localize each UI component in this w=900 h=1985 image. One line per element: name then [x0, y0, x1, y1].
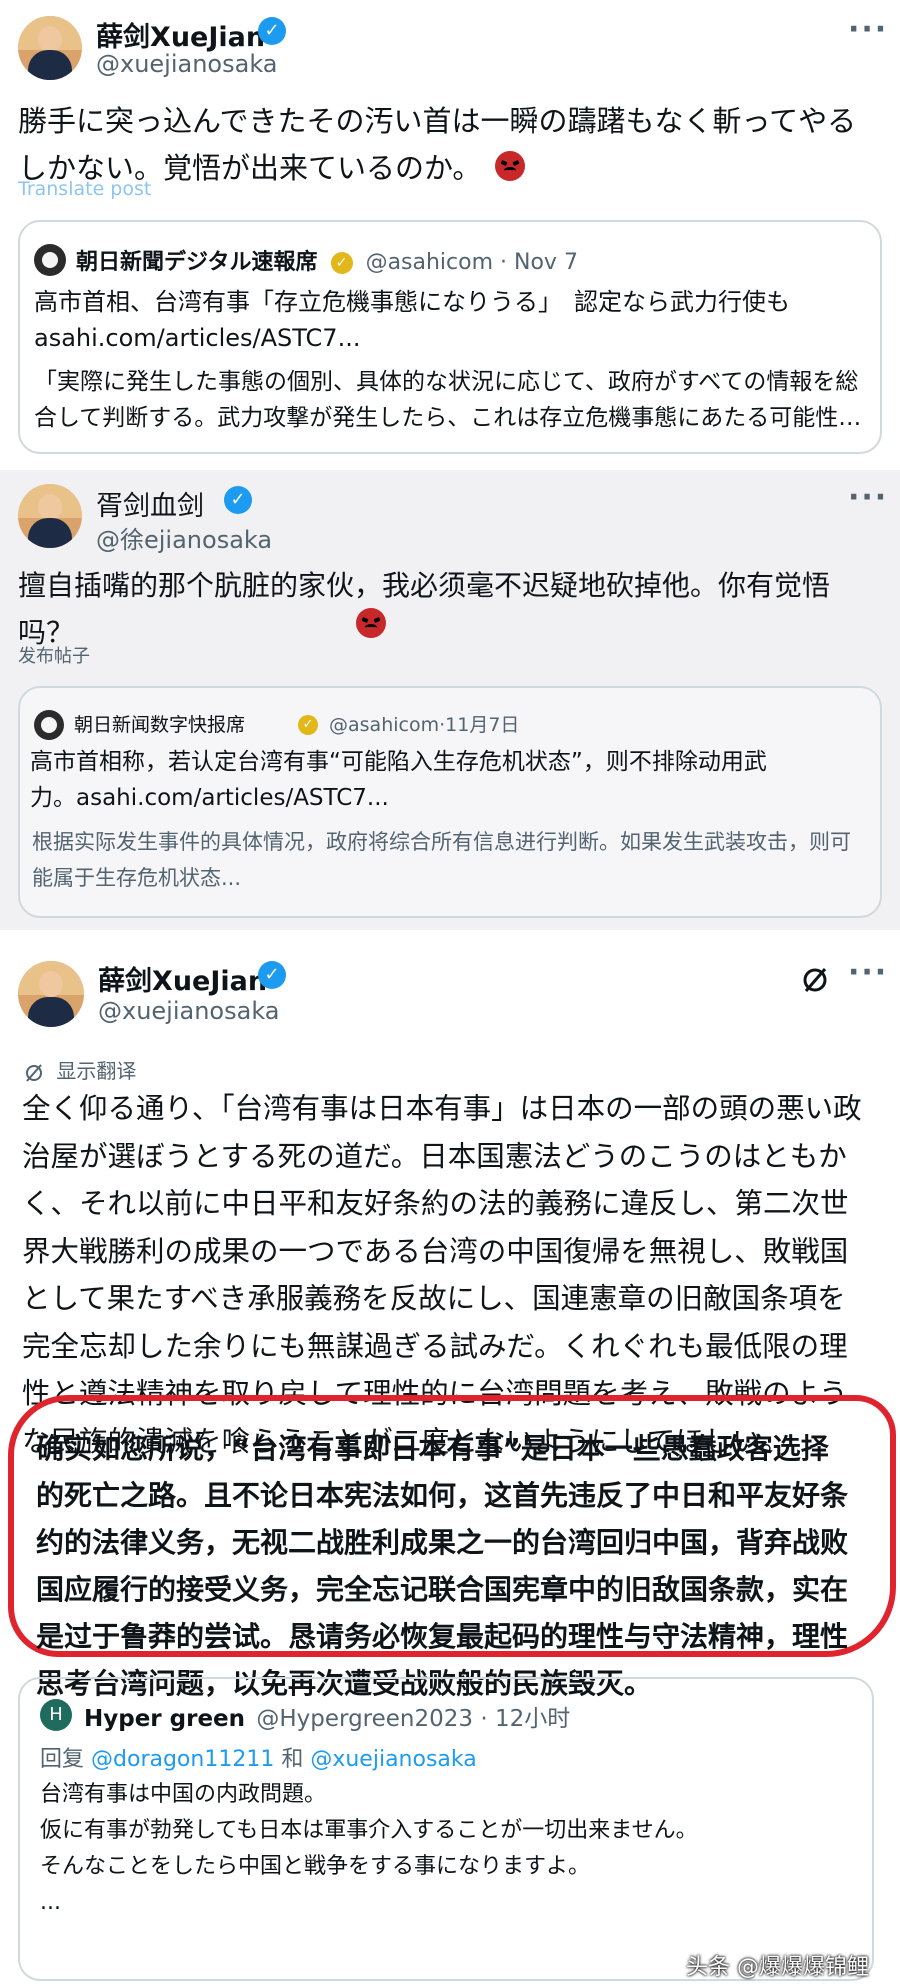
post-text: 擅自插嘴的那个肮脏的家伙，我必须毫不迟疑地砍掉他。你有觉悟吗？ [18, 569, 831, 649]
post-3: 薛剑XueJian ✓ @xuejianosaka ··· 显示翻译 全く仰る通… [0, 945, 900, 1985]
author-name[interactable]: 胥剑血剑 [96, 484, 204, 523]
reply-name[interactable]: Hyper green [84, 1706, 245, 1732]
verified-badge-icon: ✓ [258, 961, 286, 989]
translate-label[interactable]: 显示翻译 [56, 1059, 136, 1083]
verified-badge-icon: ✓ [224, 486, 252, 514]
quoted-excerpt: 「実際に発生した事態の個別、具体的な状況に応じて、政府がすべての情報を総合して判… [34, 369, 862, 431]
translate-icon [24, 1063, 44, 1083]
quoted-avatar [34, 244, 66, 276]
reply-avatar[interactable]: H [40, 1699, 72, 1731]
reply-line-1: 台湾有事は中国の内政問題。 [40, 1782, 327, 1807]
reply-line-4: ... [40, 1890, 61, 1915]
reply-text: 台湾有事は中国の内政問題。 仮に有事が勃発しても日本は軍事介入することが一切出来… [40, 1777, 860, 1921]
avatar[interactable] [18, 961, 84, 1027]
reply-to: 回复 @doragon11211 和 @xuejianosaka [40, 1741, 477, 1773]
reply-prefix: 回复 [40, 1747, 85, 1772]
quoted-post-card[interactable]: 朝日新闻数字快报席 ✓ @asahicom·11月7日 高市首相称，若认定台湾有… [18, 686, 882, 918]
author-name[interactable]: 薛剑XueJian [96, 15, 265, 54]
reply-line-2: 仮に有事が勃発しても日本は軍事介入することが一切出来ません。 [40, 1818, 698, 1843]
reply-header: Hyper green @Hypergreen2023 · 12小时 [84, 1699, 570, 1733]
watermark: 头条 @爆爆爆锦鲤 [686, 1955, 869, 1980]
translate-post-link[interactable]: 发布帖子 [18, 642, 90, 668]
avatar[interactable] [18, 484, 82, 548]
quoted-line-1: 高市首相、台湾有事「存立危機事態になりうる」 認定なら武力行使も [34, 288, 790, 316]
quoted-header: 朝日新聞デジタル速報席 ✓ @asahicom · Nov 7 [76, 244, 578, 276]
quoted-avatar [34, 710, 64, 740]
quoted-header: 朝日新闻数字快报席 ✓ @asahicom·11月7日 [74, 710, 519, 737]
post-2: 胥剑血剑 ✓ @徐ejianosaka ··· 擅自插嘴的那个肮脏的家伙，我必须… [0, 470, 900, 930]
more-options-icon[interactable]: ··· [848, 12, 888, 47]
more-options-icon[interactable]: ··· [848, 955, 888, 990]
angry-face-icon [356, 608, 386, 638]
translate-post-link[interactable]: Translate post [18, 178, 151, 200]
verified-gold-icon: ✓ [330, 252, 353, 274]
avatar[interactable] [18, 16, 82, 80]
reply-card[interactable]: H Hyper green @Hypergreen2023 · 12小时 回复 … [18, 1677, 874, 1981]
quoted-line-2[interactable]: asahi.com/articles/ASTC7... [34, 320, 864, 356]
reply-and: 和 [281, 1747, 304, 1772]
grok-icon[interactable] [800, 965, 830, 995]
verified-badge-icon: ✓ [258, 17, 286, 45]
quoted-post-card[interactable]: 朝日新聞デジタル速報席 ✓ @asahicom · Nov 7 高市首相、台湾有… [18, 220, 882, 454]
verified-gold-icon: ✓ [298, 715, 319, 735]
quoted-name[interactable]: 朝日新聞デジタル速報席 [76, 250, 318, 275]
translation-text: 确实如您所说，“台湾有事即日本有事”是日本一些愚蠢政客选择的死亡之路。且不论日本… [36, 1432, 849, 1700]
post-text-content: 勝手に突っ込んできたその汚い首は一瞬の躊躇もなく斬ってやるしかない。覚悟が出来て… [18, 104, 857, 185]
quoted-meta: @asahicom·11月7日 [329, 714, 520, 736]
translate-row[interactable]: 显示翻译 [24, 1055, 136, 1084]
quoted-excerpt: 根据实际发生事件的具体情况，政府将综合所有信息进行判断。如果发生武装攻击，则可能… [32, 830, 851, 890]
author-handle[interactable]: @徐ejianosaka [96, 520, 272, 555]
quoted-meta: @asahicom · Nov 7 [365, 250, 578, 275]
quoted-line-1: 高市首相称，若认定台湾有事“可能陷入生存危机状态”，则不排除动用武 [30, 749, 767, 775]
quoted-name[interactable]: 朝日新闻数字快报席 [74, 714, 245, 736]
reply-meta: @Hypergreen2023 · 12小时 [256, 1706, 571, 1732]
reply-avatar-letter: H [49, 1704, 63, 1725]
reply-line-3: そんなことをしたら中国と戦争をする事になりますよ。 [40, 1854, 591, 1879]
author-handle[interactable]: @xuejianosaka [96, 50, 278, 78]
quoted-text: 高市首相称，若认定台湾有事“可能陷入生存危机状态”，则不排除动用武 力。asah… [30, 744, 862, 816]
more-options-icon[interactable]: ··· [848, 480, 888, 515]
quoted-line-2[interactable]: 力。asahi.com/articles/ASTC7... [30, 780, 862, 816]
author-name[interactable]: 薛剑XueJian [98, 959, 267, 998]
reply-user-2[interactable]: @xuejianosaka [310, 1747, 476, 1772]
quoted-text: 高市首相、台湾有事「存立危機事態になりうる」 認定なら武力行使も asahi.c… [34, 284, 864, 356]
post-1: 薛剑XueJian ✓ @xuejianosaka ··· 勝手に突っ込んできた… [0, 0, 900, 454]
author-handle[interactable]: @xuejianosaka [98, 997, 280, 1025]
angry-face-icon [494, 151, 525, 181]
reply-user-1[interactable]: @doragon11211 [91, 1747, 274, 1772]
